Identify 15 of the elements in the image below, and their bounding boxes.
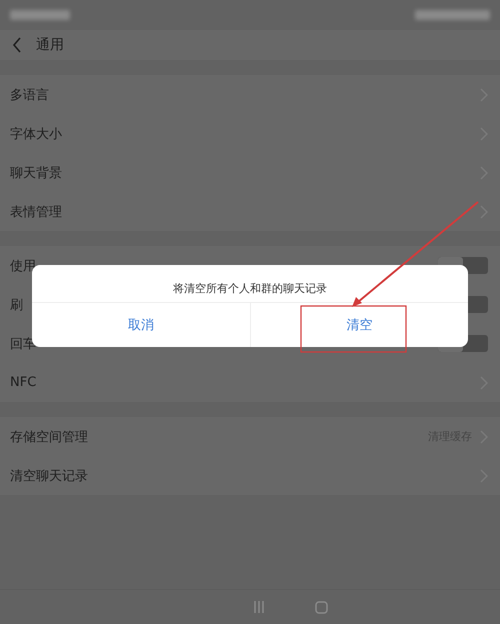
dialog-button[interactable]: 取消 xyxy=(32,303,250,347)
setting-label[interactable]: 聊天背景 xyxy=(10,164,472,182)
dialog-message: 将清空所有个人和群的聊天记录 xyxy=(172,281,328,294)
chevron-icon xyxy=(480,204,488,218)
recent-apps-icon[interactable] xyxy=(252,601,264,613)
home-icon[interactable] xyxy=(314,600,328,614)
setting-label[interactable]: 清空聊天记录 xyxy=(10,466,472,484)
setting-label[interactable]: 存储空间管理 xyxy=(10,428,420,446)
back-icon[interactable] xyxy=(12,37,22,53)
setting-label[interactable]: 表情管理 xyxy=(10,202,472,220)
setting-label[interactable]: NFC xyxy=(10,375,472,390)
setting-label[interactable]: 字体大小 xyxy=(10,124,472,142)
blurred-status-info xyxy=(10,10,70,20)
page-title: 通用 xyxy=(36,36,64,54)
setting-label[interactable]: 多语言 xyxy=(10,86,472,104)
